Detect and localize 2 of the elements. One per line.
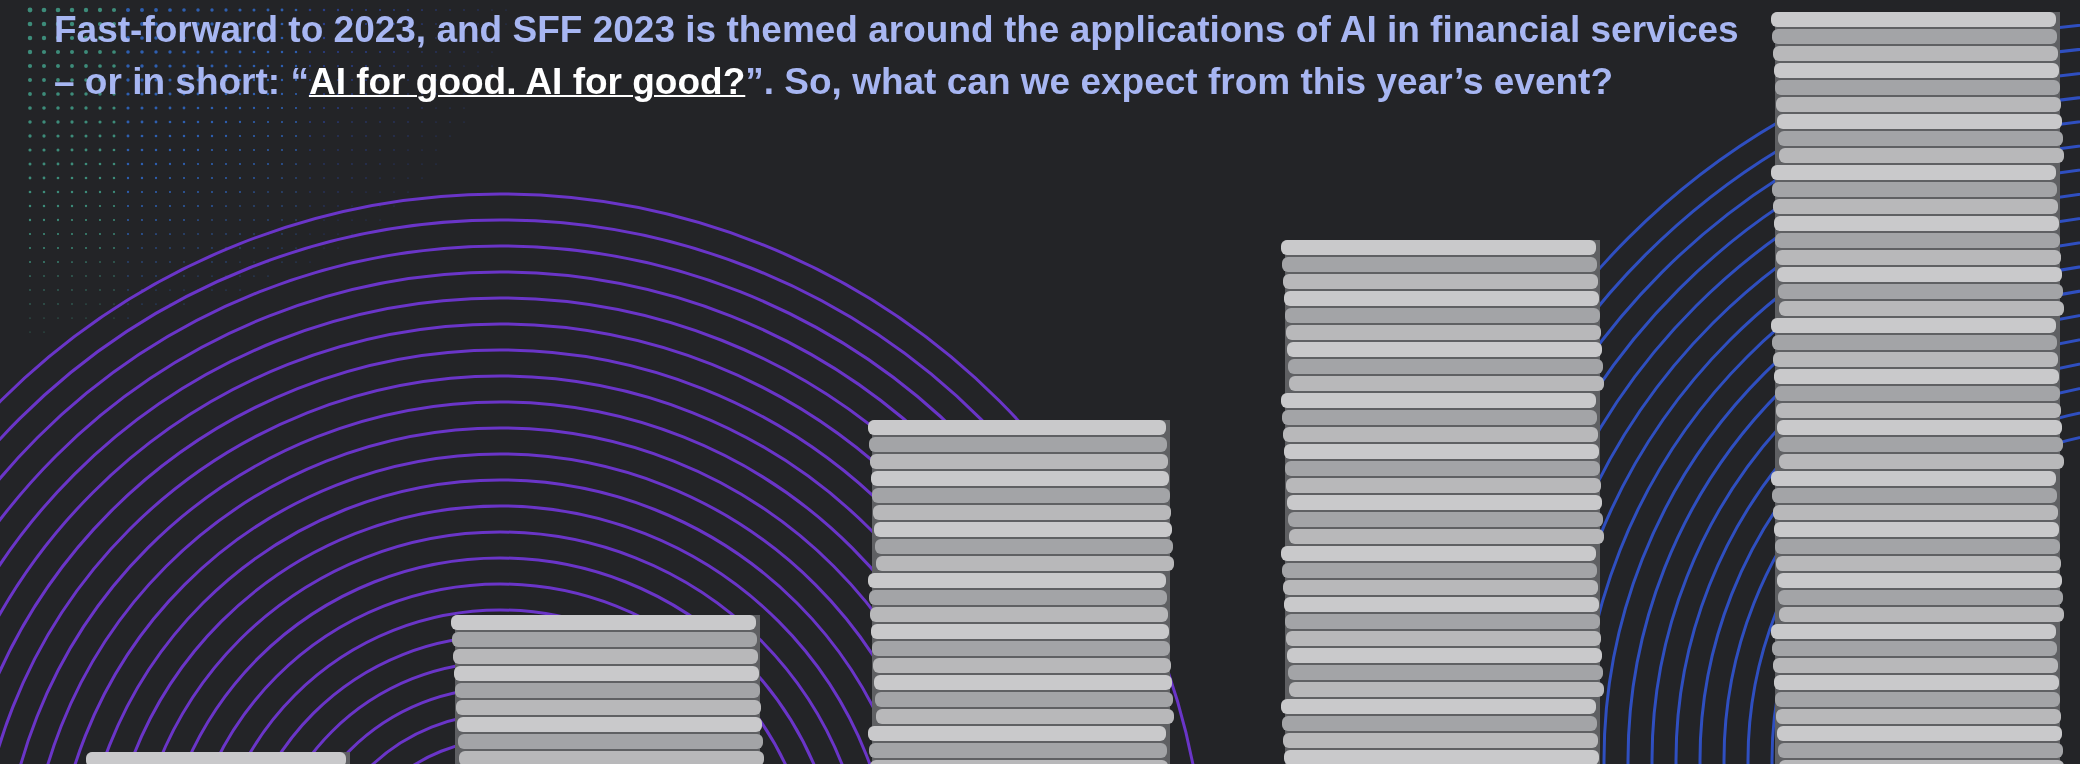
article-link[interactable]: AI for good. AI for good?	[308, 61, 746, 102]
article-paragraph: Fast-forward to 2023, and SFF 2023 is themed around the applications of AI in financial services – or in short: “AI for good. AI for good?”. So, what can we expect from this year’s event?	[53, 8, 1740, 104]
